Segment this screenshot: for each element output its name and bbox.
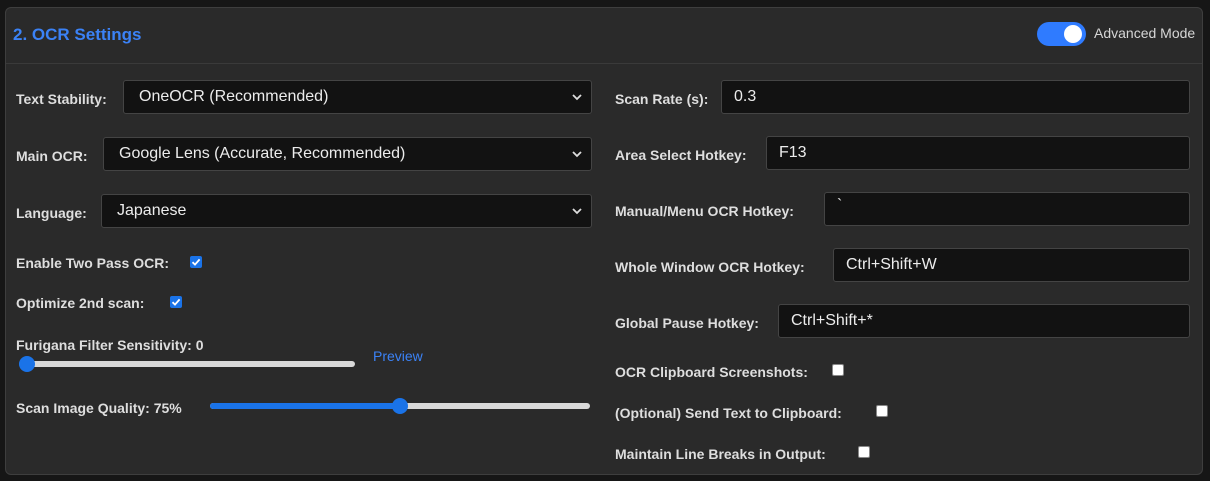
line-breaks-label: Maintain Line Breaks in Output: [615,446,826,462]
send-to-clipboard-label: (Optional) Send Text to Clipboard: [615,405,842,421]
language-value: Japanese [117,202,187,219]
send-to-clipboard-checkbox[interactable] [876,405,888,417]
chevron-down-icon [572,208,582,215]
header-divider [6,63,1202,64]
slider-thumb[interactable] [392,398,408,414]
furigana-label: Furigana Filter Sensitivity: 0 [16,337,204,353]
advanced-mode-label: Advanced Mode [1094,25,1196,41]
furigana-slider[interactable] [19,356,355,372]
manual-hotkey-value: ` [837,197,843,214]
line-breaks-checkbox[interactable] [858,446,870,458]
two-pass-label: Enable Two Pass OCR: [16,255,169,271]
preview-link[interactable]: Preview [373,348,423,364]
language-label: Language: [16,205,87,221]
clipboard-screenshots-label: OCR Clipboard Screenshots: [615,364,808,380]
area-select-hotkey-label: Area Select Hotkey: [615,147,747,163]
text-stability-value: OneOCR (Recommended) [139,88,329,105]
image-quality-slider[interactable] [210,398,590,414]
whole-window-hotkey-value: Ctrl+Shift+W [846,256,937,273]
scan-rate-value: 0.3 [734,88,757,105]
area-select-hotkey-input[interactable]: F13 [766,136,1190,170]
optimize-second-label: Optimize 2nd scan: [16,295,145,311]
whole-window-hotkey-input[interactable]: Ctrl+Shift+W [833,248,1190,282]
manual-hotkey-input[interactable]: ` [824,192,1190,226]
section-title: 2. OCR Settings [13,25,142,44]
language-select[interactable]: Japanese [101,194,592,228]
toggle-knob [1064,25,1082,43]
advanced-mode-toggle[interactable] [1037,22,1086,46]
scan-rate-label: Scan Rate (s): [615,91,709,107]
global-pause-hotkey-input[interactable]: Ctrl+Shift+* [778,304,1190,338]
global-pause-hotkey-label: Global Pause Hotkey: [615,315,759,331]
slider-track [19,361,355,367]
area-select-hotkey-value: F13 [779,144,807,161]
main-ocr-select[interactable]: Google Lens (Accurate, Recommended) [103,137,592,171]
main-ocr-value: Google Lens (Accurate, Recommended) [119,145,406,162]
optimize-second-checkbox[interactable] [170,296,182,308]
whole-window-hotkey-label: Whole Window OCR Hotkey: [615,259,805,275]
clipboard-screenshots-checkbox[interactable] [832,364,844,376]
chevron-down-icon [572,151,582,158]
ocr-settings-panel: 2. OCR Settings Advanced Mode Text Stabi… [5,7,1203,475]
chevron-down-icon [572,94,582,101]
checkmark-icon [171,298,181,306]
text-stability-select[interactable]: OneOCR (Recommended) [123,80,592,114]
slider-fill [210,403,400,409]
text-stability-label: Text Stability: [16,91,107,107]
manual-hotkey-label: Manual/Menu OCR Hotkey: [615,203,794,219]
global-pause-hotkey-value: Ctrl+Shift+* [791,312,873,329]
main-ocr-label: Main OCR: [16,148,88,164]
image-quality-label: Scan Image Quality: 75% [16,400,182,416]
checkmark-icon [191,258,201,266]
two-pass-checkbox[interactable] [190,256,202,268]
slider-thumb[interactable] [19,356,35,372]
scan-rate-input[interactable]: 0.3 [721,80,1190,114]
